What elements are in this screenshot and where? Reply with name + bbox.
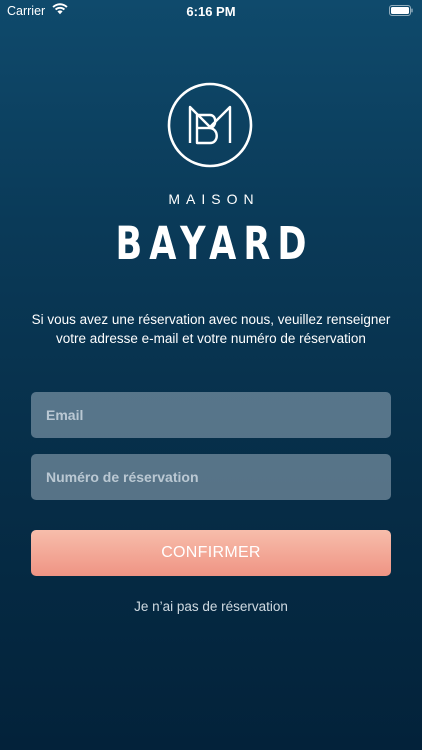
confirm-button[interactable]: CONFIRMER <box>31 530 391 576</box>
status-time: 6:16 PM <box>186 4 236 19</box>
brand-main-word: BAYARD <box>115 217 314 270</box>
battery-full-icon <box>389 5 413 16</box>
no-reservation-link[interactable]: Je n’ai pas de réservation <box>0 599 422 614</box>
reservation-number-field[interactable] <box>31 454 391 500</box>
brand-top-word: MAISON <box>168 191 260 207</box>
status-bar: Carrier 6:16 PM <box>0 0 422 22</box>
email-field[interactable] <box>31 392 391 438</box>
maison-bayard-monogram-icon <box>167 82 253 168</box>
intro-line-1: Si vous avez une réservation avec nous, … <box>31 312 391 327</box>
intro-text: Si vous avez une réservation avec nous, … <box>12 310 410 348</box>
intro-line-2: votre adresse e-mail et votre numéro de … <box>56 331 366 346</box>
